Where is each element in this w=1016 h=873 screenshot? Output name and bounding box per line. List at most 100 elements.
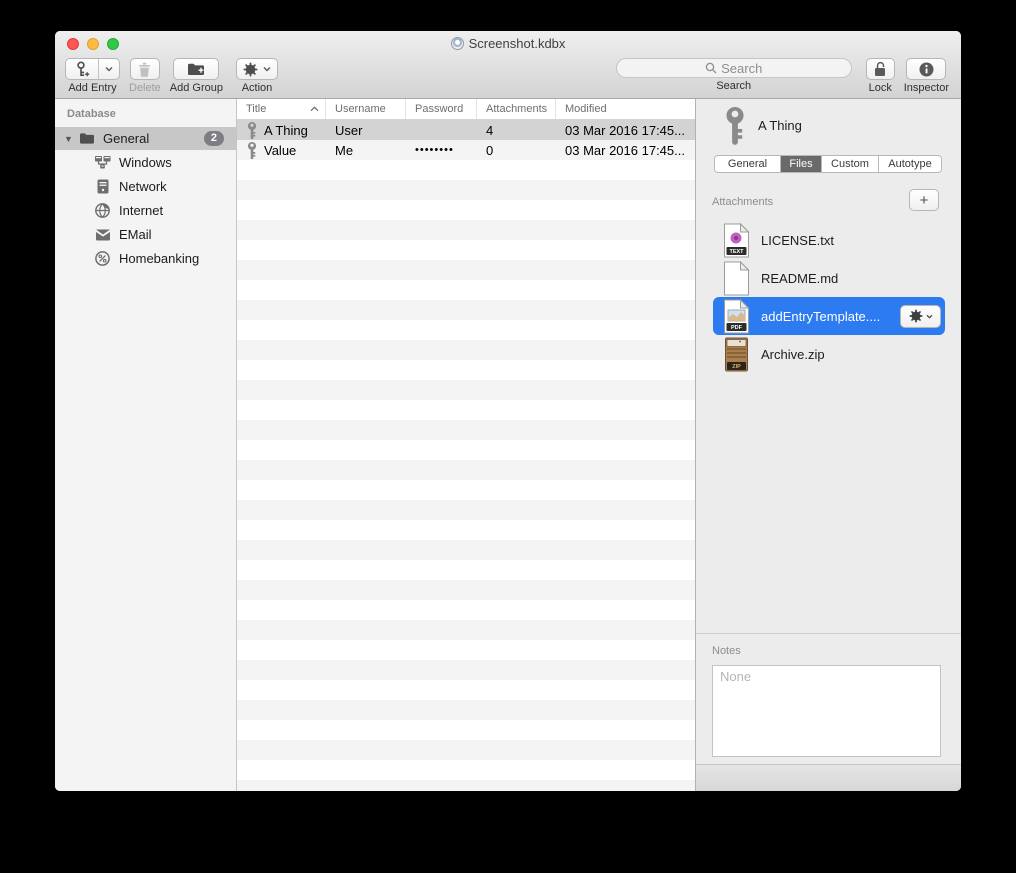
attachment-row[interactable]: ZIP Archive.zip xyxy=(713,335,945,373)
unlocked-padlock-icon xyxy=(873,61,887,77)
document-proxy-icon xyxy=(451,37,464,50)
table-body[interactable]: A Thing User 4 03 Mar 2016 17:45... Valu… xyxy=(237,120,695,791)
disclosure-triangle-icon[interactable]: ▼ xyxy=(64,134,76,144)
key-icon xyxy=(247,122,257,139)
gear-icon xyxy=(909,309,923,323)
titlebar[interactable]: Screenshot.kdbx xyxy=(55,31,961,55)
lock-button[interactable] xyxy=(866,58,895,80)
inspector-button[interactable] xyxy=(906,58,946,80)
inspector-panel: A Thing General Files Custom Autotype At… xyxy=(695,99,961,791)
sidebar-section-header: Database xyxy=(55,99,236,127)
delete-button[interactable] xyxy=(130,58,160,80)
entry-title: Value xyxy=(264,143,296,158)
gear-icon xyxy=(243,62,258,77)
attachment-row-selected[interactable]: PDF addEntryTemplate.... xyxy=(713,297,945,335)
action-button[interactable] xyxy=(236,58,278,80)
attachments-list: TEXT LICENSE.txt README.md PDF addEntryT… xyxy=(713,221,945,373)
inspector-entry-title: A Thing xyxy=(758,118,802,133)
attachment-row[interactable]: TEXT LICENSE.txt xyxy=(713,221,945,259)
attachment-row[interactable]: README.md xyxy=(713,259,945,297)
entry-attachments-count: 0 xyxy=(477,143,556,158)
add-group-button[interactable] xyxy=(173,58,219,80)
svg-text:TEXT: TEXT xyxy=(729,249,744,255)
entry-password: •••••••• xyxy=(406,144,477,156)
trash-icon xyxy=(138,62,151,77)
window-title-group: Screenshot.kdbx xyxy=(451,36,566,51)
sidebar-item-label: EMail xyxy=(119,227,152,242)
entry-attachments-count: 4 xyxy=(477,123,556,138)
traffic-lights xyxy=(67,38,119,50)
window-header: Screenshot.kdbx Add Entry Del xyxy=(55,31,961,99)
entry-count-badge: 2 xyxy=(204,131,224,146)
inspector-tabs: General Files Custom Autotype xyxy=(714,155,942,173)
add-group-label: Add Group xyxy=(170,82,223,94)
info-icon xyxy=(919,62,934,77)
inspector-item: Inspector xyxy=(904,58,949,94)
sidebar-item-general[interactable]: ▼ General 2 xyxy=(55,127,236,150)
sidebar-item-email[interactable]: EMail xyxy=(55,223,236,246)
search-input[interactable]: Search xyxy=(616,58,852,78)
percent-icon xyxy=(94,251,111,266)
table-row[interactable]: Value Me •••••••• 0 03 Mar 2016 17:45... xyxy=(237,140,695,160)
sidebar-item-homebanking[interactable]: Homebanking xyxy=(55,247,236,270)
sidebar-item-label: Windows xyxy=(119,155,172,170)
tab-custom[interactable]: Custom xyxy=(821,156,878,172)
sidebar-item-label: Network xyxy=(119,179,167,194)
sidebar: Database ▼ General 2 Windows Network xyxy=(55,99,237,791)
search-item: Search Search xyxy=(616,58,852,92)
sidebar-item-label: Homebanking xyxy=(119,251,199,266)
notes-section-label: Notes xyxy=(712,645,741,657)
sidebar-item-network[interactable]: Network xyxy=(55,175,236,198)
close-button[interactable] xyxy=(67,38,79,50)
notes-input[interactable] xyxy=(712,665,941,757)
column-header-password[interactable]: Password xyxy=(406,99,477,119)
entry-modified: 03 Mar 2016 17:45... xyxy=(556,123,695,138)
entry-table: Title Username Password Attachments Modi… xyxy=(237,99,695,791)
attachment-name: addEntryTemplate.... xyxy=(761,309,880,324)
lock-item: Lock xyxy=(866,58,895,94)
attachment-name: Archive.zip xyxy=(761,347,825,362)
markdown-file-icon xyxy=(723,261,750,296)
add-entry-item: Add Entry xyxy=(65,58,120,94)
entry-username: Me xyxy=(326,143,406,158)
add-entry-label: Add Entry xyxy=(68,82,116,94)
tab-general[interactable]: General xyxy=(715,156,780,172)
column-header-attachments[interactable]: Attachments xyxy=(477,99,556,119)
table-row[interactable]: A Thing User 4 03 Mar 2016 17:45... xyxy=(237,120,695,140)
inspector-label: Inspector xyxy=(904,82,949,94)
attachment-action-button[interactable] xyxy=(900,305,941,328)
search-icon xyxy=(705,62,717,74)
sort-ascending-icon xyxy=(310,104,319,114)
attachment-name: README.md xyxy=(761,271,838,286)
zoom-button[interactable] xyxy=(107,38,119,50)
add-group-item: Add Group xyxy=(170,58,223,94)
divider xyxy=(696,633,961,634)
minimize-button[interactable] xyxy=(87,38,99,50)
chevron-down-icon xyxy=(263,66,271,72)
svg-text:PDF: PDF xyxy=(731,325,743,331)
add-entry-button[interactable] xyxy=(65,58,120,80)
attachments-section-label: Attachments xyxy=(712,196,773,208)
tab-autotype[interactable]: Autotype xyxy=(878,156,941,172)
entry-username: User xyxy=(326,123,406,138)
envelope-icon xyxy=(94,229,111,241)
attachment-name: LICENSE.txt xyxy=(761,233,834,248)
folder-plus-icon xyxy=(187,62,205,76)
column-header-username[interactable]: Username xyxy=(326,99,406,119)
sidebar-item-label: General xyxy=(103,131,149,146)
sidebar-item-internet[interactable]: Internet xyxy=(55,199,236,222)
delete-label: Delete xyxy=(129,82,161,94)
window-title: Screenshot.kdbx xyxy=(469,36,566,51)
add-attachment-button[interactable]: + xyxy=(909,189,939,211)
sidebar-item-windows[interactable]: Windows xyxy=(55,151,236,174)
tab-files[interactable]: Files xyxy=(780,156,821,172)
svg-text:ZIP: ZIP xyxy=(732,364,741,370)
app-window: Screenshot.kdbx Add Entry Del xyxy=(55,31,961,791)
column-header-modified[interactable]: Modified xyxy=(556,99,695,119)
text-file-icon: TEXT xyxy=(723,223,750,258)
add-entry-dropdown-arrow[interactable] xyxy=(98,59,119,79)
server-icon xyxy=(94,179,111,194)
key-plus-icon[interactable] xyxy=(66,59,98,79)
column-header-title[interactable]: Title xyxy=(237,99,326,119)
zip-file-icon: ZIP xyxy=(723,337,750,372)
